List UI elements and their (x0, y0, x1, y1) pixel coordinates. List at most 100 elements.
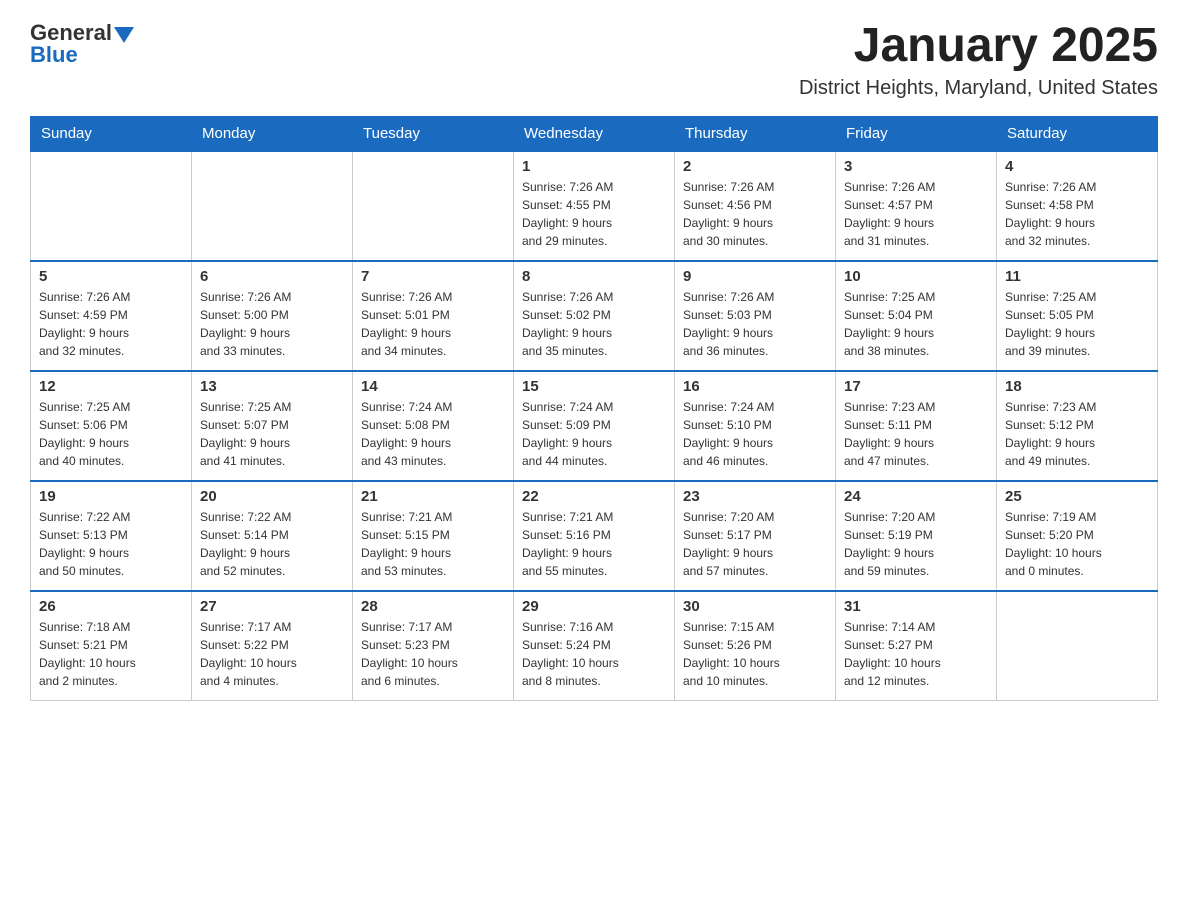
day-number: 9 (683, 268, 827, 285)
day-info: Sunrise: 7:25 AM Sunset: 5:05 PM Dayligh… (1005, 288, 1149, 360)
calendar-cell: 24 Sunrise: 7:20 AM Sunset: 5:19 PM Dayli… (836, 481, 997, 591)
day-info: Sunrise: 7:18 AM Sunset: 5:21 PM Dayligh… (39, 618, 183, 690)
day-number: 26 (39, 598, 183, 615)
day-number: 31 (844, 598, 988, 615)
day-info: Sunrise: 7:20 AM Sunset: 5:19 PM Dayligh… (844, 508, 988, 580)
logo-triangle-icon (114, 27, 134, 43)
day-header-saturday: Saturday (997, 116, 1158, 151)
day-number: 27 (200, 598, 344, 615)
day-info: Sunrise: 7:26 AM Sunset: 5:00 PM Dayligh… (200, 288, 344, 360)
calendar-cell: 15 Sunrise: 7:24 AM Sunset: 5:09 PM Dayli… (514, 371, 675, 481)
day-number: 7 (361, 268, 505, 285)
day-number: 17 (844, 378, 988, 395)
day-number: 24 (844, 488, 988, 505)
day-info: Sunrise: 7:21 AM Sunset: 5:16 PM Dayligh… (522, 508, 666, 580)
day-number: 18 (1005, 378, 1149, 395)
calendar-cell: 30 Sunrise: 7:15 AM Sunset: 5:26 PM Dayli… (675, 591, 836, 701)
calendar-cell: 12 Sunrise: 7:25 AM Sunset: 5:06 PM Dayli… (31, 371, 192, 481)
day-number: 10 (844, 268, 988, 285)
calendar-cell: 5 Sunrise: 7:26 AM Sunset: 4:59 PM Daylig… (31, 261, 192, 371)
calendar-cell: 31 Sunrise: 7:14 AM Sunset: 5:27 PM Dayli… (836, 591, 997, 701)
day-number: 4 (1005, 158, 1149, 175)
calendar-cell: 20 Sunrise: 7:22 AM Sunset: 5:14 PM Dayli… (192, 481, 353, 591)
day-number: 25 (1005, 488, 1149, 505)
day-info: Sunrise: 7:16 AM Sunset: 5:24 PM Dayligh… (522, 618, 666, 690)
calendar-cell: 8 Sunrise: 7:26 AM Sunset: 5:02 PM Daylig… (514, 261, 675, 371)
day-info: Sunrise: 7:26 AM Sunset: 4:59 PM Dayligh… (39, 288, 183, 360)
title-area: January 2025 District Heights, Maryland,… (799, 20, 1158, 100)
day-number: 23 (683, 488, 827, 505)
day-info: Sunrise: 7:26 AM Sunset: 4:57 PM Dayligh… (844, 178, 988, 250)
header-area: General Blue January 2025 District Heigh… (30, 20, 1158, 100)
day-info: Sunrise: 7:25 AM Sunset: 5:07 PM Dayligh… (200, 398, 344, 470)
calendar-cell: 16 Sunrise: 7:24 AM Sunset: 5:10 PM Dayli… (675, 371, 836, 481)
calendar-cell: 10Sunrise: 7:25 AM Sunset: 5:04 PM Dayli… (836, 261, 997, 371)
day-header-thursday: Thursday (675, 116, 836, 151)
day-number: 28 (361, 598, 505, 615)
calendar-cell: 26 Sunrise: 7:18 AM Sunset: 5:21 PM Dayli… (31, 591, 192, 701)
day-info: Sunrise: 7:15 AM Sunset: 5:26 PM Dayligh… (683, 618, 827, 690)
calendar-week-row: 26 Sunrise: 7:18 AM Sunset: 5:21 PM Dayli… (31, 591, 1158, 701)
day-number: 12 (39, 378, 183, 395)
day-number: 14 (361, 378, 505, 395)
day-header-tuesday: Tuesday (353, 116, 514, 151)
calendar-cell (31, 151, 192, 261)
day-number: 21 (361, 488, 505, 505)
calendar-header-row: SundayMondayTuesdayWednesdayThursdayFrid… (31, 116, 1158, 151)
day-info: Sunrise: 7:26 AM Sunset: 5:02 PM Dayligh… (522, 288, 666, 360)
day-info: Sunrise: 7:24 AM Sunset: 5:10 PM Dayligh… (683, 398, 827, 470)
day-number: 15 (522, 378, 666, 395)
day-info: Sunrise: 7:26 AM Sunset: 5:03 PM Dayligh… (683, 288, 827, 360)
day-info: Sunrise: 7:17 AM Sunset: 5:22 PM Dayligh… (200, 618, 344, 690)
logo: General Blue (30, 20, 134, 68)
day-info: Sunrise: 7:19 AM Sunset: 5:20 PM Dayligh… (1005, 508, 1149, 580)
calendar-cell: 2Sunrise: 7:26 AM Sunset: 4:56 PM Daylig… (675, 151, 836, 261)
calendar-cell: 17 Sunrise: 7:23 AM Sunset: 5:11 PM Dayli… (836, 371, 997, 481)
calendar-week-row: 19 Sunrise: 7:22 AM Sunset: 5:13 PM Dayli… (31, 481, 1158, 591)
day-info: Sunrise: 7:25 AM Sunset: 5:06 PM Dayligh… (39, 398, 183, 470)
day-info: Sunrise: 7:24 AM Sunset: 5:08 PM Dayligh… (361, 398, 505, 470)
calendar-cell (997, 591, 1158, 701)
calendar-cell: 14 Sunrise: 7:24 AM Sunset: 5:08 PM Dayli… (353, 371, 514, 481)
calendar-cell: 6Sunrise: 7:26 AM Sunset: 5:00 PM Daylig… (192, 261, 353, 371)
calendar-cell: 11 Sunrise: 7:25 AM Sunset: 5:05 PM Dayli… (997, 261, 1158, 371)
day-number: 3 (844, 158, 988, 175)
calendar-cell: 4Sunrise: 7:26 AM Sunset: 4:58 PM Daylig… (997, 151, 1158, 261)
day-number: 11 (1005, 268, 1149, 285)
day-number: 22 (522, 488, 666, 505)
month-title: January 2025 (799, 20, 1158, 73)
day-number: 1 (522, 158, 666, 175)
calendar-cell: 19 Sunrise: 7:22 AM Sunset: 5:13 PM Dayli… (31, 481, 192, 591)
calendar-cell: 27 Sunrise: 7:17 AM Sunset: 5:22 PM Dayli… (192, 591, 353, 701)
day-header-wednesday: Wednesday (514, 116, 675, 151)
day-info: Sunrise: 7:22 AM Sunset: 5:13 PM Dayligh… (39, 508, 183, 580)
calendar-week-row: 1Sunrise: 7:26 AM Sunset: 4:55 PM Daylig… (31, 151, 1158, 261)
day-info: Sunrise: 7:22 AM Sunset: 5:14 PM Dayligh… (200, 508, 344, 580)
calendar-cell: 3 Sunrise: 7:26 AM Sunset: 4:57 PM Daylig… (836, 151, 997, 261)
day-number: 19 (39, 488, 183, 505)
day-info: Sunrise: 7:24 AM Sunset: 5:09 PM Dayligh… (522, 398, 666, 470)
calendar-cell: 28Sunrise: 7:17 AM Sunset: 5:23 PM Dayli… (353, 591, 514, 701)
day-info: Sunrise: 7:21 AM Sunset: 5:15 PM Dayligh… (361, 508, 505, 580)
day-info: Sunrise: 7:23 AM Sunset: 5:12 PM Dayligh… (1005, 398, 1149, 470)
day-number: 16 (683, 378, 827, 395)
day-number: 30 (683, 598, 827, 615)
calendar-cell: 22 Sunrise: 7:21 AM Sunset: 5:16 PM Dayli… (514, 481, 675, 591)
calendar-cell (353, 151, 514, 261)
day-number: 20 (200, 488, 344, 505)
calendar-cell: 25 Sunrise: 7:19 AM Sunset: 5:20 PM Dayli… (997, 481, 1158, 591)
day-info: Sunrise: 7:23 AM Sunset: 5:11 PM Dayligh… (844, 398, 988, 470)
day-info: Sunrise: 7:20 AM Sunset: 5:17 PM Dayligh… (683, 508, 827, 580)
location-title: District Heights, Maryland, United State… (799, 77, 1158, 100)
day-number: 8 (522, 268, 666, 285)
calendar-week-row: 12 Sunrise: 7:25 AM Sunset: 5:06 PM Dayli… (31, 371, 1158, 481)
calendar-cell: 13Sunrise: 7:25 AM Sunset: 5:07 PM Dayli… (192, 371, 353, 481)
day-number: 2 (683, 158, 827, 175)
calendar-table: SundayMondayTuesdayWednesdayThursdayFrid… (30, 116, 1158, 702)
logo-text-blue: Blue (30, 42, 78, 68)
calendar-cell: 21 Sunrise: 7:21 AM Sunset: 5:15 PM Dayli… (353, 481, 514, 591)
calendar-cell: 9 Sunrise: 7:26 AM Sunset: 5:03 PM Daylig… (675, 261, 836, 371)
day-info: Sunrise: 7:14 AM Sunset: 5:27 PM Dayligh… (844, 618, 988, 690)
day-number: 29 (522, 598, 666, 615)
day-number: 5 (39, 268, 183, 285)
